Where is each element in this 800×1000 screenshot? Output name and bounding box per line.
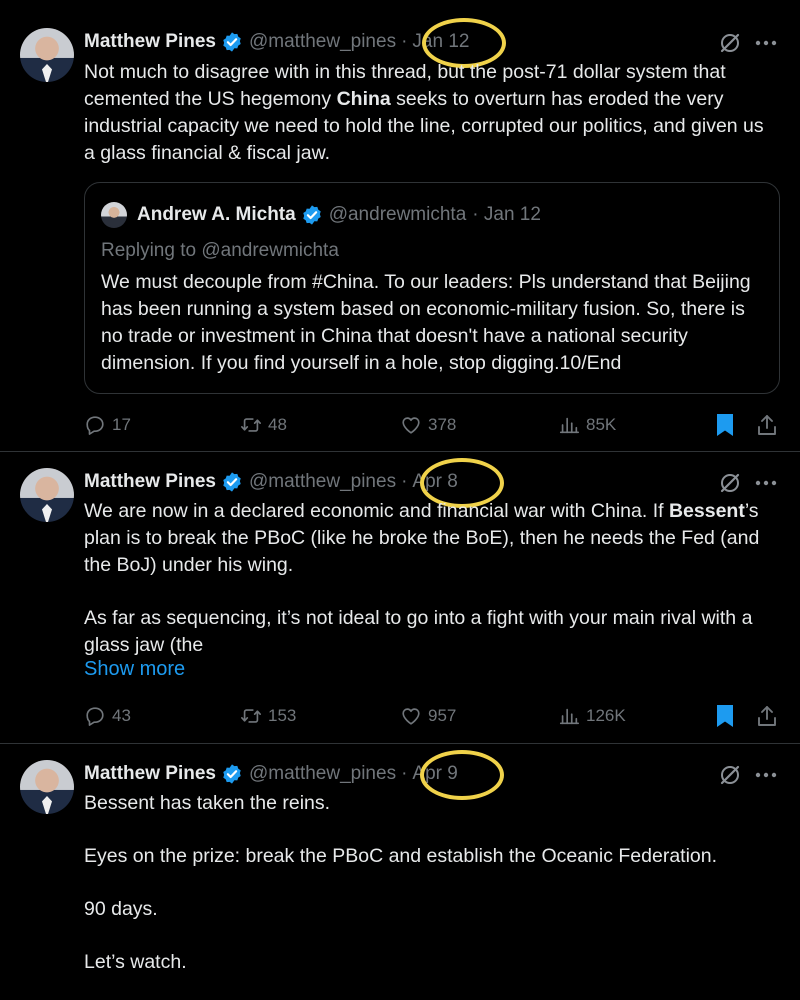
reply-button[interactable]: 17: [84, 412, 131, 438]
reply-count: 43: [112, 706, 131, 725]
grok-icon[interactable]: [718, 471, 742, 495]
view-count: 85K: [586, 415, 617, 434]
separator: ·: [401, 31, 408, 52]
avatar[interactable]: [20, 28, 74, 82]
reply-count: 17: [112, 415, 131, 434]
tweet-header: Matthew Pines @matthew_pines · Jan 12: [84, 29, 469, 55]
quoted-tweet[interactable]: Andrew A. Michta @andrewmichta · Jan 12 …: [84, 182, 780, 394]
author-handle[interactable]: @matthew_pines: [249, 763, 396, 785]
like-count: 957: [428, 706, 457, 725]
text-paragraph: As far as sequencing, it’s not ideal to …: [84, 607, 753, 656]
author-name[interactable]: Matthew Pines: [84, 471, 216, 493]
like-button[interactable]: 957: [400, 703, 456, 729]
tweet-date[interactable]: Apr 9: [412, 763, 457, 785]
verified-badge-icon: [221, 471, 243, 493]
author-name[interactable]: Matthew Pines: [84, 31, 216, 53]
views-button[interactable]: 85K: [558, 412, 616, 438]
tweet-text: Not much to disagree with in this thread…: [84, 59, 774, 167]
more-icon[interactable]: [755, 40, 777, 46]
share-icon[interactable]: [756, 413, 778, 437]
text-bold-segment: Bessent: [668, 500, 745, 522]
tweet-header: Matthew Pines @matthew_pines · Apr 9: [84, 761, 458, 787]
views-icon: [558, 705, 580, 727]
tweet[interactable]: Matthew Pines @matthew_pines · Jan 12 No…: [0, 0, 800, 452]
tweet-header: Matthew Pines @matthew_pines · Apr 8: [84, 469, 458, 495]
replying-to: Replying to @andrewmichta: [101, 240, 339, 261]
text-segment: We are now in a declared economic and fi…: [84, 500, 664, 522]
separator: ·: [401, 471, 408, 492]
text-paragraph: 90 days.: [84, 898, 158, 920]
quote-text: We must decouple from #China. To our lea…: [101, 271, 751, 374]
tweet-text: We are now in a declared economic and fi…: [84, 498, 774, 659]
tweet-date[interactable]: Apr 8: [412, 471, 457, 493]
quote-author-handle: @andrewmichta: [328, 204, 467, 225]
separator: ·: [401, 763, 408, 784]
verified-badge-icon: [221, 31, 243, 53]
tweet-date[interactable]: Jan 12: [412, 31, 469, 53]
reply-icon: [84, 414, 106, 436]
grok-icon[interactable]: [718, 763, 742, 787]
text-paragraph: Let’s watch.: [84, 951, 187, 973]
repost-count: 48: [268, 415, 287, 434]
avatar[interactable]: [20, 760, 74, 814]
avatar[interactable]: [20, 468, 74, 522]
text-paragraph: Bessent has taken the reins.: [84, 792, 331, 814]
repost-count: 153: [268, 706, 297, 725]
quote-date: · Jan 12: [472, 204, 541, 225]
author-handle[interactable]: @matthew_pines: [249, 31, 396, 53]
like-icon: [400, 414, 422, 436]
repost-icon: [240, 705, 262, 727]
more-icon[interactable]: [755, 480, 777, 486]
bookmark-icon[interactable]: [714, 704, 736, 728]
repost-icon: [240, 414, 262, 436]
text-paragraph: Eyes on the prize: break the PBoC and es…: [84, 845, 718, 867]
quote-avatar: [101, 202, 127, 228]
bookmark-icon[interactable]: [714, 413, 736, 437]
like-count: 378: [428, 415, 457, 434]
action-bar: 43 153 957 126K: [84, 703, 784, 729]
verified-badge-icon: [301, 204, 323, 226]
tweet[interactable]: Matthew Pines @matthew_pines · Apr 8 We …: [0, 452, 800, 744]
author-handle[interactable]: @matthew_pines: [249, 471, 396, 493]
like-icon: [400, 705, 422, 727]
text-bold-segment: China: [336, 88, 391, 110]
action-bar: 17 48 378 85K: [84, 412, 784, 438]
show-more-link[interactable]: Show more: [84, 658, 185, 681]
views-icon: [558, 414, 580, 436]
reply-button[interactable]: 43: [84, 703, 131, 729]
tweet-text: Bessent has taken the reins. Eyes on the…: [84, 790, 774, 976]
repost-button[interactable]: 153: [240, 703, 296, 729]
repost-button[interactable]: 48: [240, 412, 287, 438]
share-icon[interactable]: [756, 704, 778, 728]
quote-author-name: Andrew A. Michta: [137, 204, 296, 225]
like-button[interactable]: 378: [400, 412, 456, 438]
views-button[interactable]: 126K: [558, 703, 626, 729]
tweet[interactable]: Matthew Pines @matthew_pines · Apr 9 Bes…: [0, 744, 800, 1000]
verified-badge-icon: [221, 763, 243, 785]
grok-icon[interactable]: [718, 31, 742, 55]
view-count: 126K: [586, 706, 626, 725]
author-name[interactable]: Matthew Pines: [84, 763, 216, 785]
reply-icon: [84, 705, 106, 727]
quote-header: Andrew A. Michta @andrewmichta · Jan 12: [137, 202, 541, 228]
more-icon[interactable]: [755, 772, 777, 778]
